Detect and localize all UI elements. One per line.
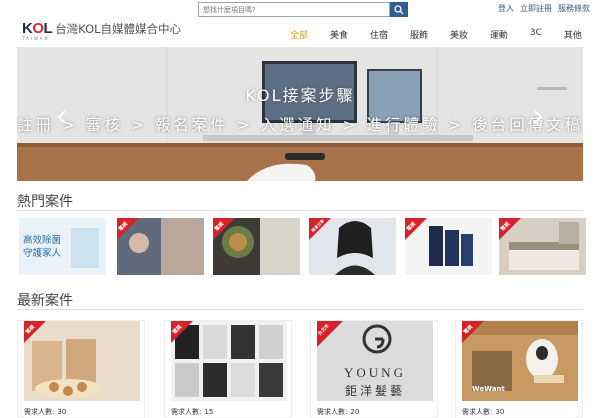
search-icon <box>394 4 404 14</box>
hot-card[interactable]: 電視 <box>213 218 300 275</box>
hot-card[interactable]: 高效除菌 守護家人 <box>19 218 106 275</box>
chevron-left-icon[interactable] <box>57 109 67 125</box>
terms-link[interactable]: 服務條款 <box>558 3 590 14</box>
new-card[interactable]: WeWant 電視 需求人數: 30 <box>455 320 583 418</box>
category-nav: 全部 美食 住宿 服飾 美妝 運動 3C 其他 <box>290 28 582 41</box>
hero-steps: 註冊 > 審核 > 報名案件 > 入選通知 > 進行體驗 > 後台回傳文稿 <box>17 116 583 134</box>
nav-item-stay[interactable]: 住宿 <box>370 28 388 41</box>
nav-item-sports[interactable]: 運動 <box>490 28 508 41</box>
top-links: 登入 立即註冊 服務條款 <box>498 3 590 14</box>
new-card[interactable]: 電視 需求人數: 30 <box>17 320 145 418</box>
chevron-right-icon[interactable] <box>533 109 543 125</box>
hot-card[interactable]: 電視 <box>117 218 204 275</box>
demand-count: 需求人數: 15 <box>171 408 214 416</box>
new-card[interactable]: 電視 需求人數: 15 <box>164 320 292 418</box>
nav-item-all[interactable]: 全部 <box>290 28 308 41</box>
nav-item-other[interactable]: 其他 <box>564 28 582 41</box>
brand-wordmark: YOUNG <box>344 365 406 380</box>
demand-count: 需求人數: 20 <box>317 408 360 416</box>
section-divider <box>17 309 583 310</box>
section-divider <box>17 210 583 211</box>
brand-wordmark: WeWant <box>472 385 505 393</box>
new-section-title: 最新案件 <box>17 293 73 309</box>
demand-count: 需求人數: 30 <box>462 408 505 416</box>
hot-card[interactable]: 電視 <box>499 218 586 275</box>
nav-item-beauty[interactable]: 美妝 <box>450 28 468 41</box>
login-link[interactable]: 登入 <box>498 3 514 14</box>
brand[interactable]: KOL TAIWAN 台灣KOL自媒體媒合中心 <box>22 20 182 41</box>
logo-subtext: TAIWAN <box>22 36 50 41</box>
hero-title: KOL接案步驟 <box>245 86 355 105</box>
nav-item-3c[interactable]: 3C <box>530 28 542 41</box>
hot-section-title: 熱門案件 <box>17 194 73 210</box>
register-link[interactable]: 立即註冊 <box>520 3 552 14</box>
nav-item-clothing[interactable]: 服飾 <box>410 28 428 41</box>
hot-card[interactable]: 美食分享 <box>309 218 396 275</box>
kol-logo: KOL <box>22 20 53 37</box>
demand-count: 需求人數: 30 <box>24 408 67 416</box>
nav-item-food[interactable]: 美食 <box>330 28 348 41</box>
card-caption: 高效除菌 守護家人 <box>23 235 62 259</box>
search-bar <box>198 2 408 17</box>
search-button[interactable] <box>390 2 408 17</box>
site-name: 台灣KOL自媒體媒合中心 <box>55 22 182 36</box>
hot-card[interactable]: 電視 <box>405 218 492 275</box>
hero-banner[interactable]: KOL接案步驟 註冊 > 審核 > 報名案件 > 入選通知 > 進行體驗 > 後… <box>17 47 583 181</box>
search-input[interactable] <box>198 2 390 17</box>
new-card[interactable]: YOUNG 鉅洋髮藝 台北市 需求人數: 20 <box>310 320 438 418</box>
brand-subtitle: 鉅洋髮藝 <box>344 384 405 398</box>
